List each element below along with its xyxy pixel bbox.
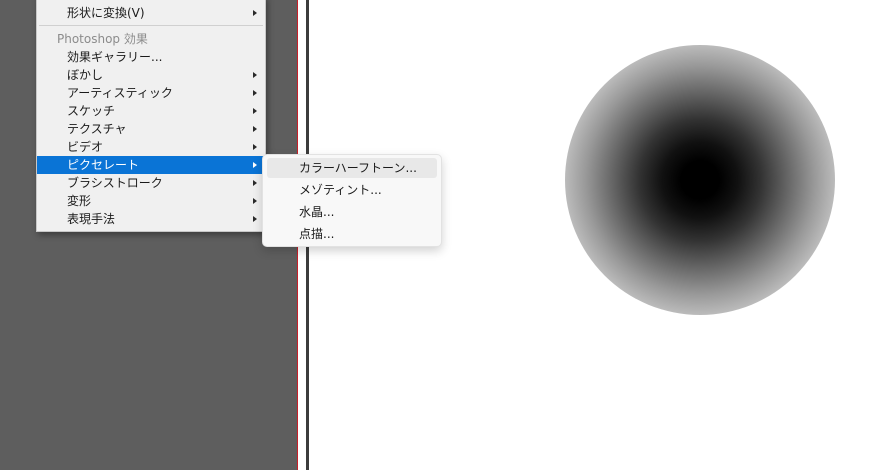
menu-item-label: 形状に変換(V) [67, 6, 145, 20]
menu-item-distort[interactable]: 変形 [37, 192, 265, 210]
submenu-arrow-icon [253, 10, 257, 16]
submenu-arrow-icon [253, 144, 257, 150]
menu-item-effect-gallery[interactable]: 効果ギャラリー... [37, 48, 265, 66]
submenu-arrow-icon [253, 162, 257, 168]
submenu-arrow-icon [253, 126, 257, 132]
submenu-arrow-icon [253, 72, 257, 78]
section-header-label: Photoshop 効果 [57, 32, 148, 46]
menu-item-label: ビデオ [67, 140, 104, 154]
submenu-arrow-icon [253, 216, 257, 222]
menu-item-blur[interactable]: ぼかし [37, 66, 265, 84]
submenu-item-crystallize[interactable]: 水晶... [267, 202, 437, 222]
menu-item-label: アーティスティック [67, 86, 173, 100]
submenu-item-mezzotint[interactable]: メゾティント... [267, 180, 437, 200]
menu-item-brush-strokes[interactable]: ブラシストローク [37, 174, 265, 192]
menu-item-stylize[interactable]: 表現手法 [37, 210, 265, 228]
menu-item-label: 効果ギャラリー... [67, 50, 163, 64]
menu-item-label: テクスチャ [67, 122, 127, 136]
menu-item-label: ピクセレート [67, 158, 140, 172]
blurred-circle-artwork[interactable] [565, 45, 835, 315]
menu-section-header: Photoshop 効果 [37, 30, 265, 48]
menu-item-label: ブラシストローク [67, 176, 163, 190]
menu-item-label: ぼかし [67, 68, 104, 82]
menu-item-sketch[interactable]: スケッチ [37, 102, 265, 120]
submenu-item-label: 点描... [299, 227, 335, 241]
submenu-item-label: メゾティント... [299, 183, 382, 197]
menu-item-texture[interactable]: テクスチャ [37, 120, 265, 138]
menu-item-label: スケッチ [67, 104, 116, 118]
submenu-arrow-icon [253, 90, 257, 96]
effect-context-menu: 形状に変換(V) Photoshop 効果 効果ギャラリー... ぼかし アーテ… [36, 0, 266, 232]
menu-item-video[interactable]: ビデオ [37, 138, 265, 156]
submenu-arrow-icon [253, 108, 257, 114]
submenu-item-label: カラーハーフトーン... [299, 161, 417, 175]
menu-item-artistic[interactable]: アーティスティック [37, 84, 265, 102]
menu-item-label: 表現手法 [67, 212, 116, 226]
menu-item-convert-to-shape[interactable]: 形状に変換(V) [37, 4, 265, 22]
menu-separator [39, 25, 263, 26]
submenu-item-pointillize[interactable]: 点描... [267, 224, 437, 244]
menu-item-label: 変形 [67, 194, 92, 208]
submenu-arrow-icon [253, 180, 257, 186]
pixelate-submenu: カラーハーフトーン... メゾティント... 水晶... 点描... [262, 154, 442, 247]
menu-item-pixelate[interactable]: ピクセレート [37, 156, 265, 174]
submenu-arrow-icon [253, 198, 257, 204]
submenu-item-label: 水晶... [299, 205, 335, 219]
submenu-item-color-halftone[interactable]: カラーハーフトーン... [267, 158, 437, 178]
